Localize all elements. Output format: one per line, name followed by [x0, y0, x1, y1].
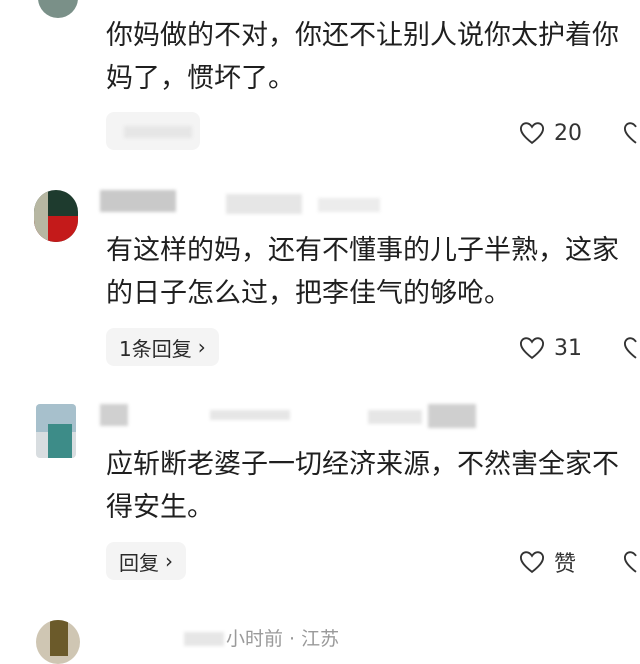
reply-button[interactable]: [106, 112, 200, 150]
comment-text-line: 得安生。: [106, 492, 214, 523]
blurred-meta: [428, 404, 476, 428]
blurred-meta: [210, 410, 290, 420]
comment-text-line: 的日子怎么过，把李佳气的够呛。: [106, 278, 511, 309]
heart-icon: [519, 551, 545, 574]
heart-icon[interactable]: [622, 548, 640, 576]
comment-text: 你妈做的不对，你还不让别人说你太护着你 妈了，惯坏了。: [106, 14, 640, 100]
blurred-username: [100, 404, 128, 426]
blurred-meta: [226, 194, 302, 214]
reply-label: 回复: [119, 550, 159, 575]
heart-icon[interactable]: [622, 119, 640, 147]
view-replies-button[interactable]: 1条回复 ›: [106, 328, 219, 366]
chevron-right-icon: ›: [165, 549, 173, 573]
reply-count-label: 1条回复: [119, 336, 192, 361]
comment-text-line: 应斩断老婆子一切经济来源，不然害全家不: [106, 449, 619, 480]
blurred-label: [124, 126, 192, 138]
like-button[interactable]: 31: [518, 329, 582, 367]
blurred-meta: [318, 198, 380, 212]
blurred-meta: [368, 410, 422, 424]
like-count: 31: [554, 335, 582, 361]
comment-text: 有这样的妈，还有不懂事的儿子半熟，这家 的日子怎么过，把李佳气的够呛。: [106, 229, 640, 315]
heart-icon: [519, 337, 545, 360]
comment-text-line: 有这样的妈，还有不懂事的儿子半熟，这家: [106, 235, 619, 266]
avatar[interactable]: [34, 190, 78, 242]
avatar[interactable]: [36, 620, 80, 664]
chevron-right-icon: ›: [197, 335, 206, 359]
blurred-username: [100, 190, 176, 212]
blurred-meta: [184, 632, 224, 646]
heart-icon: [519, 122, 545, 145]
comment-text-line: 你妈做的不对，你还不让别人说你太护着你: [106, 20, 619, 51]
comment-text-line: 妈了，惯坏了。: [106, 63, 295, 94]
like-button[interactable]: 赞: [518, 543, 576, 581]
like-button[interactable]: 20: [518, 114, 582, 152]
avatar[interactable]: [38, 0, 78, 18]
like-count: 20: [554, 120, 582, 146]
heart-icon[interactable]: [622, 334, 640, 362]
comment-meta: 小时前 · 江苏: [226, 628, 340, 650]
like-label: 赞: [554, 552, 577, 577]
avatar[interactable]: [36, 404, 76, 458]
comment-text: 应斩断老婆子一切经济来源，不然害全家不 得安生。: [106, 443, 640, 529]
reply-button[interactable]: 回复 ›: [106, 542, 186, 580]
